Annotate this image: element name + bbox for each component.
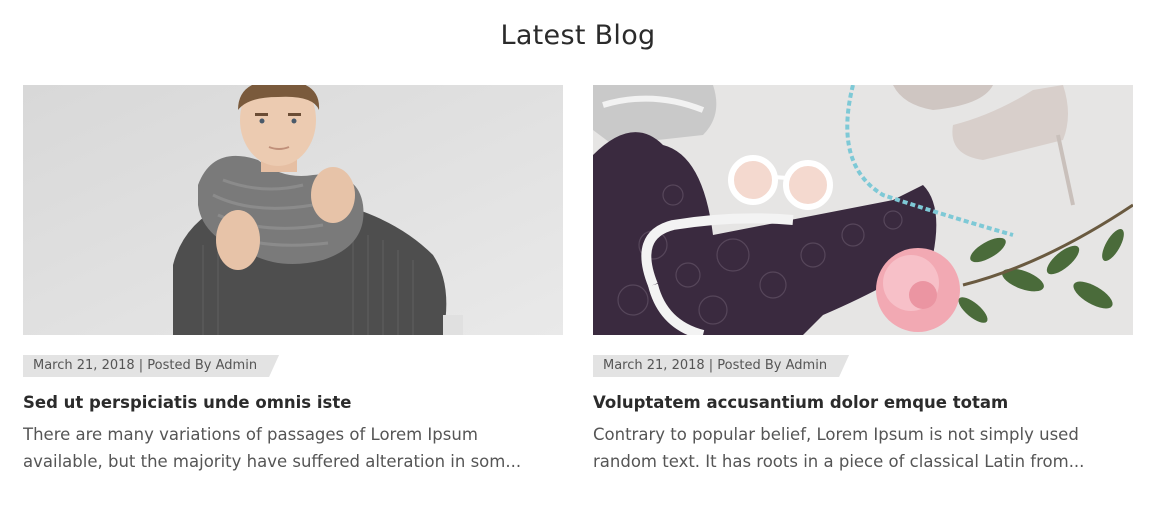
excerpt-line: There are many variations of passages of… [23, 425, 478, 444]
post-image-link[interactable] [23, 85, 563, 335]
section-title: Latest Blog [500, 20, 656, 51]
post-excerpt: Contrary to popular belief, Lorem Ipsum … [593, 421, 1133, 475]
post-image [593, 85, 1133, 335]
blog-post: March 21, 2018 | Posted By Admin Volupta… [593, 85, 1133, 471]
post-title[interactable]: Voluptatem accusantium dolor emque totam [593, 392, 1133, 414]
excerpt-line: available, but the majority have suffere… [23, 452, 522, 471]
post-meta: March 21, 2018 | Posted By Admin [593, 355, 849, 377]
post-image-link[interactable] [593, 85, 1133, 335]
post-title[interactable]: Sed ut perspiciatis unde omnis iste [23, 392, 563, 414]
excerpt-line: Contrary to popular belief, Lorem Ipsum … [593, 425, 1079, 444]
post-image [23, 85, 563, 335]
post-excerpt: There are many variations of passages of… [23, 421, 563, 475]
post-meta: March 21, 2018 | Posted By Admin [23, 355, 279, 377]
excerpt-line: random text. It has roots in a piece of … [593, 452, 1085, 471]
blog-post: March 21, 2018 | Posted By Admin Sed ut … [23, 85, 563, 471]
